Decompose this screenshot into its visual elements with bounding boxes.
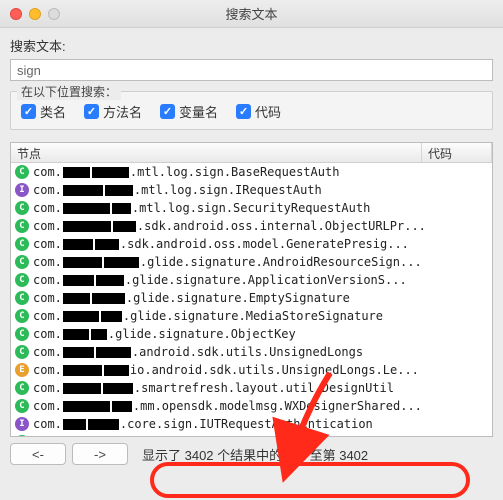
type-icon: C <box>15 273 29 287</box>
type-icon: C <box>15 381 29 395</box>
check-icon: ✓ <box>236 104 251 119</box>
row-text: com..mtl.log.sign.BaseRequestAuth <box>33 165 339 179</box>
row-text: com..glide.signature.MediaStoreSignature <box>33 309 383 323</box>
row-text: com..smartrefresh.layout.util.DesignUtil <box>33 381 394 395</box>
scope-checkbox-0[interactable]: ✓ 类名 <box>21 102 66 121</box>
type-icon: C <box>15 309 29 323</box>
row-text: com..glide.signature.ObjectKey <box>33 327 296 341</box>
check-icon: ✓ <box>21 104 36 119</box>
prev-button[interactable]: <- <box>10 443 66 465</box>
type-icon: C <box>15 219 29 233</box>
type-icon: E <box>15 363 29 377</box>
table-row[interactable]: Ccom..glide.signature.ObjectKey <box>11 325 492 343</box>
scope-checkbox-2[interactable]: ✓ 变量名 <box>160 102 218 121</box>
row-text: com..mtl.log.sign.IRequestAuth <box>33 183 322 197</box>
row-text: com..mtl.log.sign.SecurityRequestAuth <box>33 201 370 215</box>
search-label: 搜索文本: <box>10 36 493 55</box>
table-row[interactable]: Ccom..sdk.android.oss.internal.ObjectURL… <box>11 217 492 235</box>
row-text: com.io.android.sdk.utils.UnsignedLongs.L… <box>33 363 419 377</box>
table-row[interactable]: Ccom..glide.signature.AndroidResourceSig… <box>11 253 492 271</box>
scope-checkbox-1[interactable]: ✓ 方法名 <box>84 102 142 121</box>
type-icon: I <box>15 183 29 197</box>
row-text: com..android.sdk.utils.UnsignedLongs <box>33 345 363 359</box>
row-text: com..sdk.android.oss.internal.ObjectURLP… <box>33 219 426 233</box>
status-text: 显示了 3402 个结果中的第 1 至第 3402 <box>142 445 368 464</box>
row-text: com..core.sign.IUTRequestAuthentication <box>33 417 373 431</box>
scope-label: 变量名 <box>179 102 218 121</box>
table-row[interactable]: Icom..mtl.log.sign.IRequestAuth <box>11 181 492 199</box>
scope-label: 方法名 <box>103 102 142 121</box>
row-text: com..glide.signature.AndroidResourceSign… <box>33 255 422 269</box>
scope-label: 代码 <box>255 102 281 121</box>
check-icon: ✓ <box>84 104 99 119</box>
col-header-code[interactable]: 代码 <box>422 143 492 162</box>
scope-label: 类名 <box>40 102 66 121</box>
results-rows[interactable]: Ccom..mtl.log.sign.BaseRequestAuthIcom..… <box>11 163 492 437</box>
search-scope-group: 在以下位置搜索： ✓类名✓方法名✓变量名✓代码 <box>10 91 493 130</box>
type-icon: C <box>15 237 29 251</box>
table-row[interactable]: Ccom..glide.signature.EmptySignature <box>11 289 492 307</box>
window-title: 搜索文本 <box>0 4 503 23</box>
type-icon: C <box>15 201 29 215</box>
table-row[interactable]: Ccom..mtl.log.sign.SecurityRequestAuth <box>11 199 492 217</box>
type-icon: C <box>15 165 29 179</box>
check-icon: ✓ <box>160 104 175 119</box>
row-text: com..sdk.android.oss.model.GeneratePresi… <box>33 237 409 251</box>
type-icon: C <box>15 291 29 305</box>
titlebar: 搜索文本 <box>0 0 503 28</box>
row-text: com..mm.opensdk.modelmsg.WXDesignerShare… <box>33 399 422 413</box>
table-row[interactable]: Ccom..sdk.android.oss.model.GeneratePres… <box>11 235 492 253</box>
type-icon: C <box>15 255 29 269</box>
type-icon: C <box>15 345 29 359</box>
annotation-highlight <box>150 462 470 498</box>
col-header-node[interactable]: 节点 <box>11 143 422 162</box>
table-row[interactable]: Ccom..android.sdk.utils.UnsignedLongs <box>11 343 492 361</box>
table-row[interactable]: Ccom..glide.signature.MediaStoreSignatur… <box>11 307 492 325</box>
table-row[interactable]: Ccom..mm.opensdk.modelmsg.WXDesignerShar… <box>11 397 492 415</box>
scope-checkbox-3[interactable]: ✓ 代码 <box>236 102 281 121</box>
table-row[interactable]: Ecom.io.android.sdk.utils.UnsignedLongs.… <box>11 361 492 379</box>
type-icon: C <box>15 327 29 341</box>
row-text: com..glide.signature.ApplicationVersionS… <box>33 273 407 287</box>
type-icon: C <box>15 399 29 413</box>
results-table: 节点 代码 Ccom..mtl.log.sign.BaseRequestAuth… <box>10 142 493 437</box>
next-button[interactable]: -> <box>72 443 128 465</box>
type-icon: I <box>15 417 29 431</box>
table-row[interactable]: Ccom..glide.signature.ApplicationVersion… <box>11 271 492 289</box>
table-row[interactable]: Icom..core.sign.IUTRequestAuthentication <box>11 415 492 433</box>
search-input[interactable] <box>10 59 493 81</box>
scope-title: 在以下位置搜索： <box>17 83 121 100</box>
table-row[interactable]: Ccom..mtl.log.sign.BaseRequestAuth <box>11 163 492 181</box>
row-text: com..glide.signature.EmptySignature <box>33 291 350 305</box>
table-row[interactable]: Ccom..smartrefresh.layout.util.DesignUti… <box>11 379 492 397</box>
